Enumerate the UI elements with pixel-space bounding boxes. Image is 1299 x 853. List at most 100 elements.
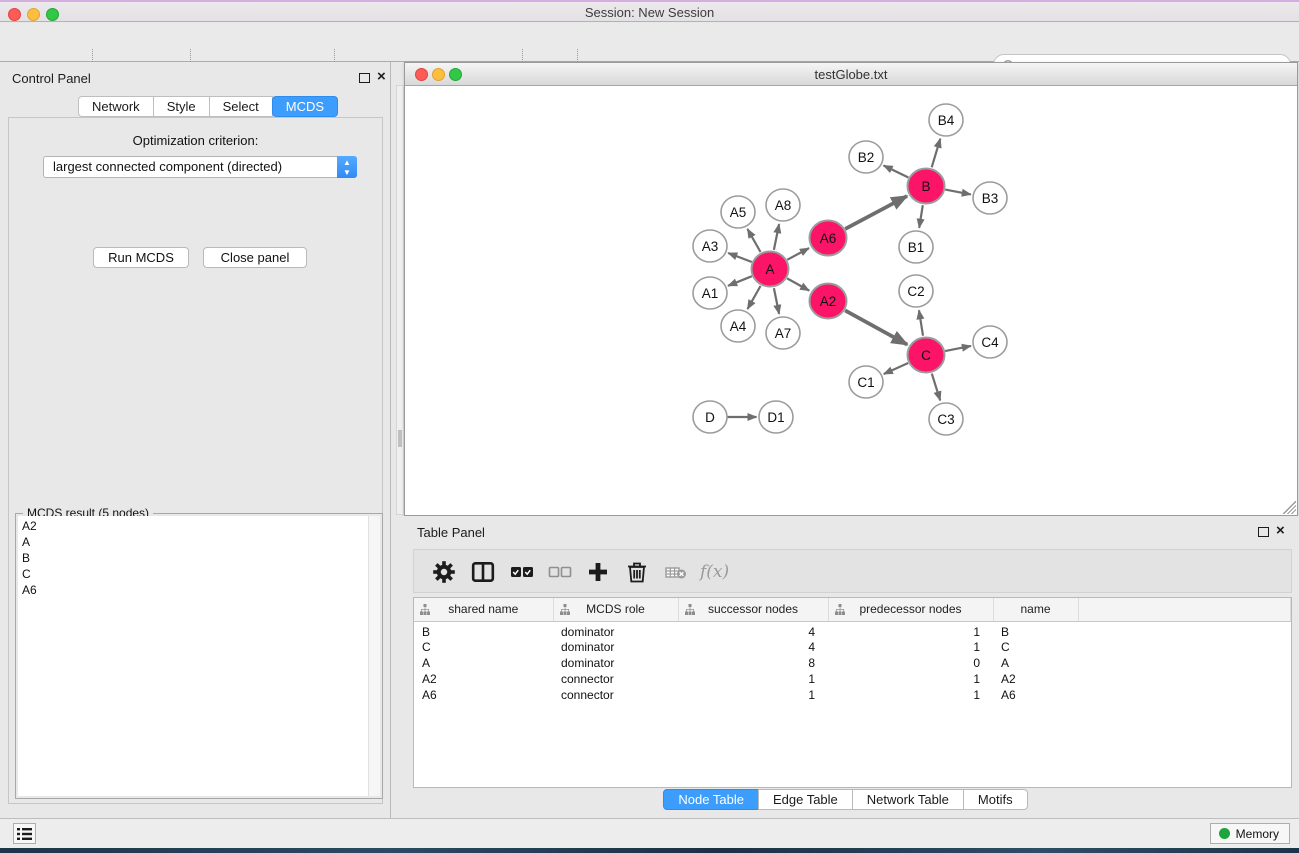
table-cell[interactable]: 1 [678,671,828,687]
float-panel-button[interactable] [359,73,370,83]
table-cell[interactable]: connector [553,687,678,703]
scrollbar-thumb[interactable] [398,430,402,447]
graph-edge-A-A8[interactable] [774,224,779,250]
table-row[interactable]: A6connector11A6 [414,687,1291,703]
graph-node-B4[interactable]: B4 [929,104,963,136]
graph-edge-A-A5[interactable] [748,229,761,252]
function-builder-button[interactable]: f(x) [700,560,736,584]
graph-edge-A-A6[interactable] [787,248,809,260]
tab-network-table[interactable]: Network Table [852,789,964,810]
graph-node-C3[interactable]: C3 [929,403,963,435]
table-cell[interactable]: C [993,639,1078,655]
tab-select[interactable]: Select [209,96,273,117]
graph-node-A3[interactable]: A3 [693,230,727,262]
graph-node-D[interactable]: D [693,401,727,433]
graph-edge-B-B3[interactable] [945,190,971,195]
graph-node-A5[interactable]: A5 [721,196,755,228]
graph-node-B3[interactable]: B3 [973,182,1007,214]
table-cell[interactable]: 1 [828,621,993,639]
select-all-button[interactable] [510,560,534,584]
table-cell[interactable]: A6 [414,687,553,703]
graph-edge-B-B2[interactable] [884,166,909,178]
memory-button[interactable]: Memory [1210,823,1290,844]
table-cell[interactable]: B [414,621,553,639]
graph-edge-B-B4[interactable] [932,139,941,168]
column-header[interactable]: predecessor nodes [828,598,993,621]
table-cell[interactable]: 8 [678,655,828,671]
delete-column-button[interactable] [625,560,649,584]
graph-node-C1[interactable]: C1 [849,366,883,398]
table-row[interactable]: Adominator80A [414,655,1291,671]
graph-edge-C-C4[interactable] [945,346,971,351]
table-cell[interactable]: A [414,655,553,671]
table-cell[interactable]: A2 [993,671,1078,687]
delete-table-button[interactable] [664,560,688,584]
table-cell[interactable]: 4 [678,639,828,655]
table-cell[interactable]: A [993,655,1078,671]
tab-node-table[interactable]: Node Table [663,789,759,810]
deselect-all-button[interactable] [548,560,572,584]
select-stepper-icon[interactable]: ▲ ▼ [337,156,357,178]
graph-node-A[interactable]: A [752,252,789,287]
graph-node-B1[interactable]: B1 [899,231,933,263]
float-panel-button[interactable] [1258,527,1269,537]
graph-edge-B-B1[interactable] [919,205,923,228]
table-row[interactable]: Bdominator41B [414,621,1291,639]
table-cell[interactable]: dominator [553,621,678,639]
table-cell[interactable]: B [993,621,1078,639]
graph-node-A2[interactable]: A2 [810,284,847,319]
tab-network[interactable]: Network [78,96,154,117]
result-item[interactable]: A2 [18,516,368,534]
table-cell[interactable]: dominator [553,639,678,655]
result-item[interactable]: A6 [18,582,368,598]
close-panel-button[interactable]: Close panel [203,247,307,268]
result-item[interactable]: B [18,550,368,566]
window-resize-grip[interactable] [1283,501,1296,514]
graph-edge-C-C3[interactable] [932,374,940,401]
column-header[interactable]: successor nodes [678,598,828,621]
result-item[interactable]: C [18,566,368,582]
table-cell[interactable]: 1 [678,687,828,703]
graph-edge-A-A3[interactable] [728,253,752,262]
graph-edge-C-C1[interactable] [884,363,908,374]
table-cell[interactable]: A2 [414,671,553,687]
column-header[interactable]: MCDS role [553,598,678,621]
graph-edge-A-A2[interactable] [787,278,809,290]
table-settings-button[interactable] [432,560,456,584]
table-cell[interactable]: 1 [828,687,993,703]
network-window-titlebar[interactable]: testGlobe.txt [405,63,1297,86]
graph-node-C[interactable]: C [908,338,945,373]
tab-mcds[interactable]: MCDS [272,96,338,117]
graph-node-C2[interactable]: C2 [899,275,933,307]
graph-node-A1[interactable]: A1 [693,277,727,309]
table-cell[interactable]: 1 [828,671,993,687]
result-item[interactable]: A [18,534,368,550]
network-vertical-scrollbar[interactable] [396,85,404,515]
show-columns-button[interactable] [471,560,495,584]
close-panel-icon[interactable]: × [1276,521,1285,541]
table-cell[interactable]: connector [553,671,678,687]
column-header[interactable]: name [993,598,1078,621]
graph-node-A4[interactable]: A4 [721,310,755,342]
result-scrollbar[interactable] [368,516,380,796]
graph-node-C4[interactable]: C4 [973,326,1007,358]
tab-edge-table[interactable]: Edge Table [758,789,853,810]
task-history-button[interactable] [13,823,36,844]
graph-edge-A-A4[interactable] [748,286,761,309]
graph-edge-A2-C[interactable] [845,310,907,344]
table-cell[interactable]: dominator [553,655,678,671]
table-cell[interactable]: 4 [678,621,828,639]
table-cell[interactable]: C [414,639,553,655]
graph-node-B2[interactable]: B2 [849,141,883,173]
network-canvas[interactable]: B4B2BB3A5A8A6A3AB1A1A2C2A4A7CC4C1C3DD1 [405,86,1297,515]
graph-node-B[interactable]: B [908,169,945,204]
table-row[interactable]: A2connector11A2 [414,671,1291,687]
graph-edge-C-C2[interactable] [919,310,923,335]
table-cell[interactable]: 1 [828,639,993,655]
run-mcds-button[interactable]: Run MCDS [93,247,189,268]
optimization-criterion-select[interactable]: largest connected component (directed) ▲… [43,156,357,178]
tab-motifs[interactable]: Motifs [963,789,1028,810]
graph-edge-A-A1[interactable] [728,276,752,286]
column-header[interactable]: shared name [414,598,553,621]
graph-node-A8[interactable]: A8 [766,189,800,221]
